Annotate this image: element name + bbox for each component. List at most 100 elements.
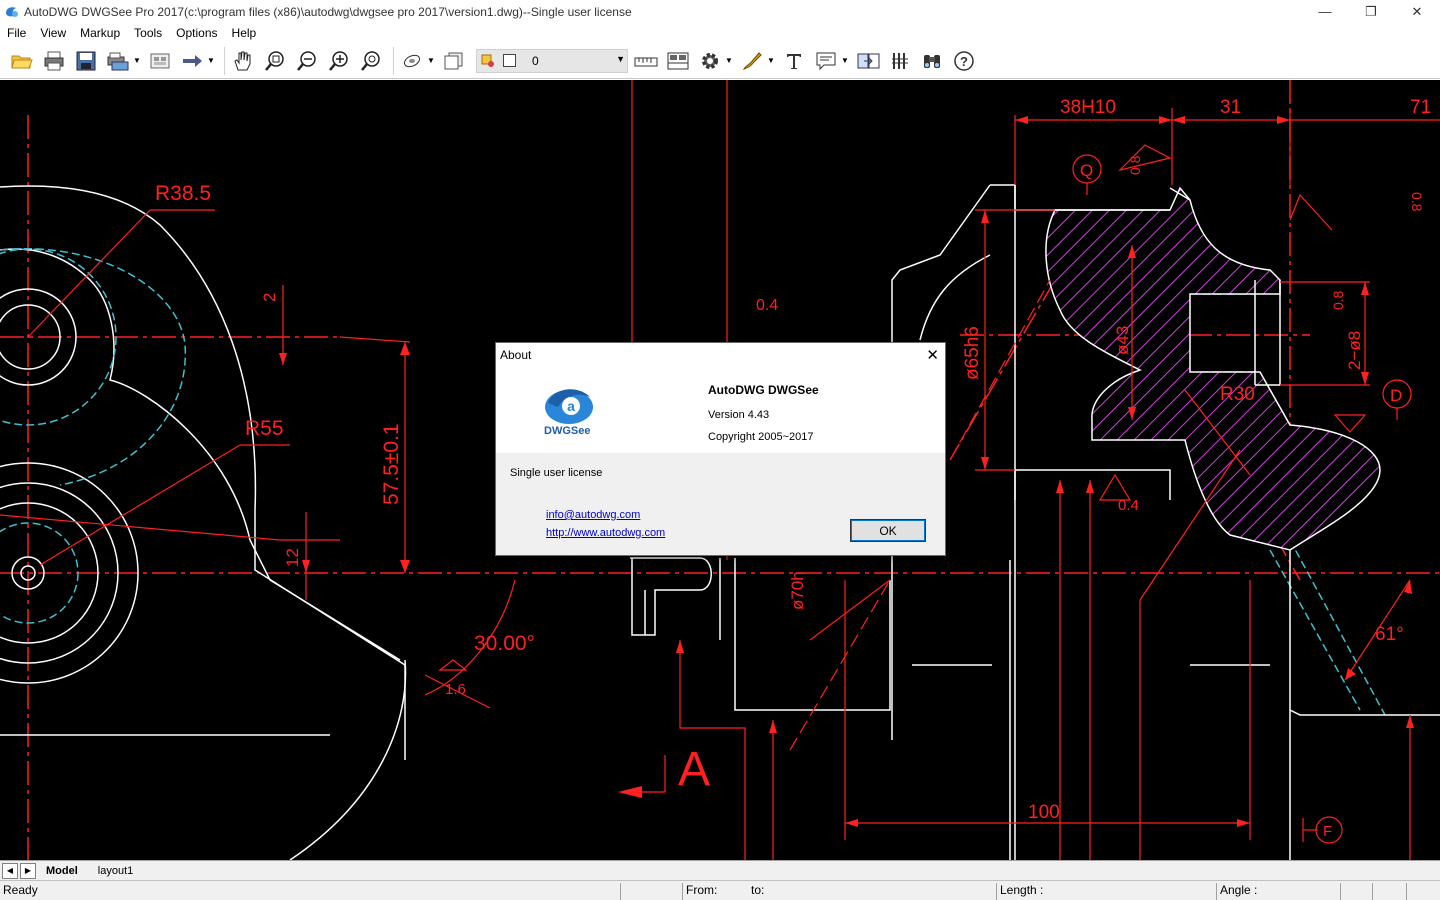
status-angle: Angle : xyxy=(1216,883,1340,900)
markup-pen-icon[interactable] xyxy=(738,47,766,75)
tab-model[interactable]: Model xyxy=(36,865,88,877)
menu-file[interactable]: File xyxy=(0,26,33,40)
license-text: Single user license xyxy=(510,467,603,479)
menu-options[interactable]: Options xyxy=(169,26,224,40)
chevron-down-icon[interactable]: ▼ xyxy=(616,54,625,64)
status-cell-snap xyxy=(1340,883,1372,900)
toolbar-separator xyxy=(224,46,225,75)
zoom-window-icon[interactable] xyxy=(261,47,289,75)
close-icon[interactable]: ✕ xyxy=(1394,0,1440,23)
arrow-dropdown[interactable]: ▼ xyxy=(206,47,216,75)
comment-dropdown[interactable]: ▼ xyxy=(840,47,850,75)
status-length: Length : xyxy=(996,883,1216,900)
toolbar-separator xyxy=(393,46,394,75)
dialog-title: About xyxy=(500,348,532,362)
dwgsee-logo-text: DWGSee xyxy=(544,425,591,437)
layers-icon[interactable] xyxy=(398,47,426,75)
measure-icon[interactable] xyxy=(632,47,660,75)
open-icon[interactable] xyxy=(8,47,36,75)
toolbar: ▼ ▼ ▼ 0 ▼ ▼ ▼ ▼ ? xyxy=(0,43,1440,79)
layer-selector[interactable]: 0 ▼ xyxy=(476,48,628,73)
hatch-icon[interactable] xyxy=(886,47,914,75)
version-text: Version 4.43 xyxy=(708,409,770,421)
print-icon[interactable] xyxy=(40,47,68,75)
settings-icon[interactable] xyxy=(696,47,724,75)
comment-icon[interactable] xyxy=(812,47,840,75)
select-icon[interactable] xyxy=(146,47,174,75)
label-dim71: 71 xyxy=(1410,97,1431,118)
label-dim38h10: 38H10 xyxy=(1060,97,1116,118)
label-r55: R55 xyxy=(245,417,284,440)
geometry-left xyxy=(0,185,407,860)
label-tol16: 1.6 xyxy=(445,681,466,698)
copyright-text: Copyright 2005~2017 xyxy=(708,431,814,443)
status-ready: Ready xyxy=(3,883,38,897)
label-q: Q xyxy=(1080,161,1093,180)
hatched-section xyxy=(1045,186,1381,551)
batch-print-icon[interactable] xyxy=(104,47,132,75)
help-icon[interactable]: ? xyxy=(950,47,978,75)
status-cell-ortho xyxy=(1406,883,1440,900)
label-angle61: 61° xyxy=(1375,624,1404,645)
label-tol08b: 0.8 xyxy=(1409,192,1425,212)
binoculars-icon[interactable] xyxy=(918,47,946,75)
restore-icon[interactable]: ❐ xyxy=(1348,0,1394,23)
ok-button[interactable]: OK xyxy=(850,519,926,542)
svg-text:?: ? xyxy=(960,54,968,69)
app-icon[interactable] xyxy=(4,4,20,20)
menu-view[interactable]: View xyxy=(33,26,73,40)
settings-dropdown[interactable]: ▼ xyxy=(724,47,734,75)
label-tol08a: 0.8 xyxy=(1127,155,1143,175)
minimize-icon[interactable]: — xyxy=(1302,0,1348,23)
pan-icon[interactable] xyxy=(229,47,257,75)
markup-dropdown[interactable]: ▼ xyxy=(766,47,776,75)
layer-state-icon xyxy=(481,54,494,67)
tab-layout1[interactable]: layout1 xyxy=(88,865,143,877)
label-dim100: 100 xyxy=(1028,802,1060,823)
zoom-out-icon[interactable] xyxy=(293,47,321,75)
label-r385: R38.5 xyxy=(155,182,211,205)
3d-box-icon[interactable] xyxy=(440,47,468,75)
title-bar: AutoDWG DWGSee Pro 2017(c:\program files… xyxy=(0,0,1440,23)
label-dim04b: 0.4 xyxy=(1118,497,1139,514)
layout-tab-bar: ◀ ▶ Model layout1 xyxy=(0,860,1440,880)
about-dialog: About ✕ a DWGSee AutoDWG DWGSee Version … xyxy=(495,342,946,556)
label-f: F xyxy=(1323,823,1332,840)
save-icon[interactable] xyxy=(72,47,100,75)
label-dim12: 12 xyxy=(283,548,302,567)
text-icon[interactable] xyxy=(780,47,808,75)
label-section-a: A xyxy=(678,743,710,796)
svg-text:a: a xyxy=(567,398,575,414)
tab-prev-icon[interactable]: ◀ xyxy=(2,862,18,879)
label-tol08c: 0.8 xyxy=(1330,290,1346,310)
zoom-extents-icon[interactable] xyxy=(357,47,385,75)
menu-bar: File View Markup Tools Options Help xyxy=(0,23,1440,43)
compare-icon[interactable] xyxy=(664,47,692,75)
arrow-icon[interactable] xyxy=(178,47,206,75)
status-from: From: xyxy=(682,883,748,900)
layer-value: 0 xyxy=(532,53,539,68)
menu-markup[interactable]: Markup xyxy=(73,26,127,40)
label-dia70: ø70h xyxy=(788,571,807,610)
status-bar: Ready From: to: Length : Angle : xyxy=(0,880,1440,900)
label-dia65: ø65h6 xyxy=(962,326,983,380)
tab-next-icon[interactable]: ▶ xyxy=(20,862,36,879)
convert-icon[interactable] xyxy=(854,47,882,75)
label-dim04a: 0.4 xyxy=(756,297,778,314)
layer-color-swatch xyxy=(503,53,516,67)
close-icon[interactable]: ✕ xyxy=(926,346,939,364)
label-dim2: 2 xyxy=(260,293,279,302)
zoom-in-icon[interactable] xyxy=(325,47,353,75)
label-dim31: 31 xyxy=(1220,97,1241,118)
email-link[interactable]: info@autodwg.com xyxy=(546,509,640,521)
layers-dropdown[interactable]: ▼ xyxy=(426,47,436,75)
product-name: AutoDWG DWGSee xyxy=(708,383,819,397)
menu-tools[interactable]: Tools xyxy=(127,26,169,40)
website-link[interactable]: http://www.autodwg.com xyxy=(546,527,665,539)
status-cell-grid xyxy=(1372,883,1406,900)
menu-help[interactable]: Help xyxy=(225,26,264,40)
batch-print-dropdown[interactable]: ▼ xyxy=(132,47,142,75)
window-title: AutoDWG DWGSee Pro 2017(c:\program files… xyxy=(24,4,632,19)
status-cell-empty xyxy=(620,883,682,900)
label-dim2phi8: 2−ø8 xyxy=(1345,331,1364,370)
